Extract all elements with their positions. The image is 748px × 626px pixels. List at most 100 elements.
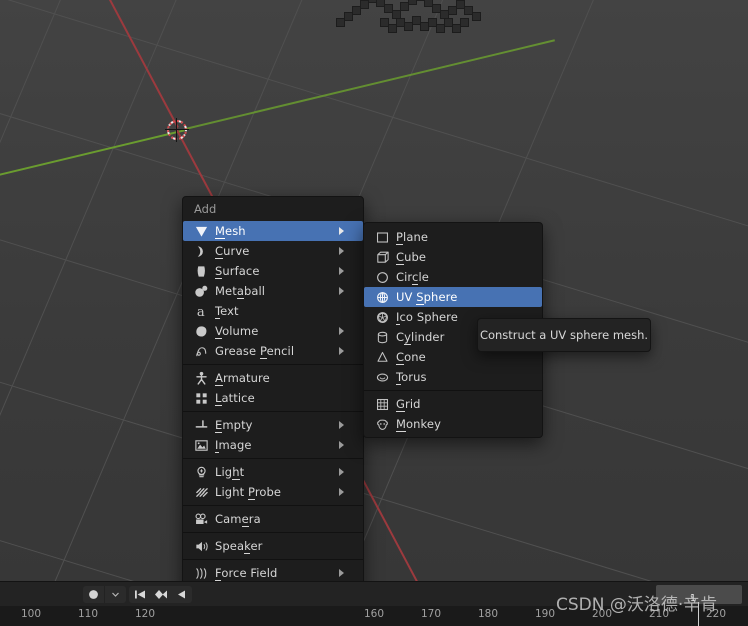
monkey-icon bbox=[372, 416, 393, 432]
light-probe-icon bbox=[191, 484, 212, 500]
submenu-arrow-icon bbox=[339, 247, 354, 255]
mesh-object[interactable] bbox=[330, 0, 498, 40]
add-menu-items: Mesh Curve Surface Metaball a Text Volume Greas… bbox=[183, 221, 363, 610]
add-menu-title: Add bbox=[194, 202, 217, 216]
tooltip: Construct a UV sphere mesh. bbox=[477, 318, 651, 352]
menu-item-label: Grease Pencil bbox=[215, 344, 295, 359]
menu-item-label: Force Field bbox=[215, 566, 278, 581]
menu-item-label: Empty bbox=[215, 418, 253, 433]
timeline-tick: 160 bbox=[363, 608, 385, 620]
play-reverse-icon[interactable] bbox=[171, 586, 192, 603]
menu-item-label: Cube bbox=[396, 250, 427, 265]
menu-separator bbox=[183, 532, 363, 533]
menu-item-label: Plane bbox=[396, 230, 429, 245]
curve-icon bbox=[191, 243, 212, 259]
cursor-ring-red bbox=[167, 120, 187, 140]
force-field-icon bbox=[191, 565, 212, 581]
submenu-arrow-icon bbox=[339, 267, 354, 275]
menu-item-label: Metaball bbox=[215, 284, 266, 299]
timeline-tick: 190 bbox=[534, 608, 556, 620]
add-menu[interactable]: Add Mesh Curve Surface Metaball a Text Volume G… bbox=[182, 196, 364, 613]
menu-item-grease-pencil[interactable]: Grease Pencil bbox=[183, 341, 363, 361]
menu-item-light-probe[interactable]: Light Probe bbox=[183, 482, 363, 502]
record-dot-icon[interactable] bbox=[83, 586, 104, 603]
menu-item-label: Volume bbox=[215, 324, 259, 339]
svg-text:a: a bbox=[197, 305, 205, 319]
ico-sphere-icon bbox=[372, 309, 393, 325]
plane-icon bbox=[372, 229, 393, 245]
auto-keying-group[interactable] bbox=[83, 586, 126, 603]
volume-icon bbox=[191, 323, 212, 339]
speaker-icon bbox=[191, 538, 212, 554]
camera-icon bbox=[191, 511, 212, 527]
menu-item-label: Torus bbox=[396, 370, 427, 385]
axis-line-y bbox=[185, 39, 555, 130]
submenu-arrow-icon bbox=[339, 488, 354, 496]
light-icon bbox=[191, 464, 212, 480]
menu-item-speaker[interactable]: Speaker bbox=[183, 536, 363, 556]
menu-item-curve[interactable]: Curve bbox=[183, 241, 363, 261]
timeline-tick: 100 bbox=[20, 608, 42, 620]
grid-icon bbox=[372, 396, 393, 412]
menu-item-label: Grid bbox=[396, 397, 421, 412]
menu-item-label: Surface bbox=[215, 264, 260, 279]
menu-item-monkey[interactable]: Monkey bbox=[364, 414, 542, 434]
grid-line bbox=[0, 0, 150, 581]
grease-pencil-icon bbox=[191, 343, 212, 359]
jump-start-icon[interactable] bbox=[129, 586, 150, 603]
submenu-arrow-icon bbox=[339, 441, 354, 449]
menu-item-uv-sphere[interactable]: UV Sphere bbox=[364, 287, 542, 307]
menu-item-label: Light Probe bbox=[215, 485, 282, 500]
submenu-arrow-icon bbox=[339, 347, 354, 355]
surface-icon bbox=[191, 263, 212, 279]
menu-item-label: Monkey bbox=[396, 417, 441, 432]
menu-item-label: Light bbox=[215, 465, 245, 480]
menu-separator bbox=[183, 364, 363, 365]
menu-item-grid[interactable]: Grid bbox=[364, 394, 542, 414]
timeline-scrubber[interactable]: 100 110 120 160 170 180 190 200 210 220 … bbox=[0, 593, 748, 626]
menu-item-force-field[interactable]: Force Field bbox=[183, 563, 363, 583]
uv-sphere-icon bbox=[372, 289, 393, 305]
submenu-arrow-icon bbox=[339, 327, 354, 335]
menu-item-surface[interactable]: Surface bbox=[183, 261, 363, 281]
cursor-crosshair-h bbox=[165, 129, 189, 130]
playhead-frame-label: 1 bbox=[690, 593, 697, 604]
menu-item-metaball[interactable]: Metaball bbox=[183, 281, 363, 301]
menu-item-volume[interactable]: Volume bbox=[183, 321, 363, 341]
3d-cursor bbox=[163, 116, 191, 144]
chevron-down-icon[interactable] bbox=[105, 586, 126, 603]
playback-controls[interactable] bbox=[129, 586, 192, 603]
timeline-tick: 220 bbox=[705, 608, 727, 620]
menu-item-text[interactable]: a Text bbox=[183, 301, 363, 321]
menu-item-image[interactable]: Image bbox=[183, 435, 363, 455]
submenu-arrow-icon bbox=[339, 468, 354, 476]
menu-item-plane[interactable]: Plane bbox=[364, 227, 542, 247]
menu-item-torus[interactable]: Torus bbox=[364, 367, 542, 387]
cylinder-icon bbox=[372, 329, 393, 345]
grid-line bbox=[0, 0, 40, 581]
grid-line bbox=[0, 430, 748, 581]
menu-item-empty[interactable]: Empty bbox=[183, 415, 363, 435]
menu-item-lattice[interactable]: Lattice bbox=[183, 388, 363, 408]
tooltip-text: Construct a UV sphere mesh. bbox=[479, 328, 649, 342]
timeline-range-box bbox=[656, 585, 742, 604]
menu-item-cube[interactable]: Cube bbox=[364, 247, 542, 267]
playhead[interactable]: 1 bbox=[690, 593, 699, 626]
mesh-icon bbox=[191, 223, 212, 239]
submenu-arrow-icon bbox=[339, 287, 354, 295]
menu-item-armature[interactable]: Armature bbox=[183, 368, 363, 388]
menu-item-label: Mesh bbox=[215, 224, 246, 239]
menu-item-label: UV Sphere bbox=[396, 290, 458, 305]
cursor-crosshair-v bbox=[176, 118, 177, 142]
submenu-arrow-icon bbox=[339, 227, 354, 235]
menu-item-label: Lattice bbox=[215, 391, 255, 406]
menu-item-camera[interactable]: Camera bbox=[183, 509, 363, 529]
menu-item-light[interactable]: Light bbox=[183, 462, 363, 482]
prev-keyframe-icon[interactable] bbox=[150, 586, 171, 603]
menu-item-circle[interactable]: Circle bbox=[364, 267, 542, 287]
menu-item-mesh[interactable]: Mesh bbox=[183, 221, 363, 241]
timeline-editor[interactable]: 100 110 120 160 170 180 190 200 210 220 … bbox=[0, 581, 748, 626]
menu-item-label: Image bbox=[215, 438, 252, 453]
menu-separator bbox=[183, 559, 363, 560]
timeline-tick: 180 bbox=[477, 608, 499, 620]
